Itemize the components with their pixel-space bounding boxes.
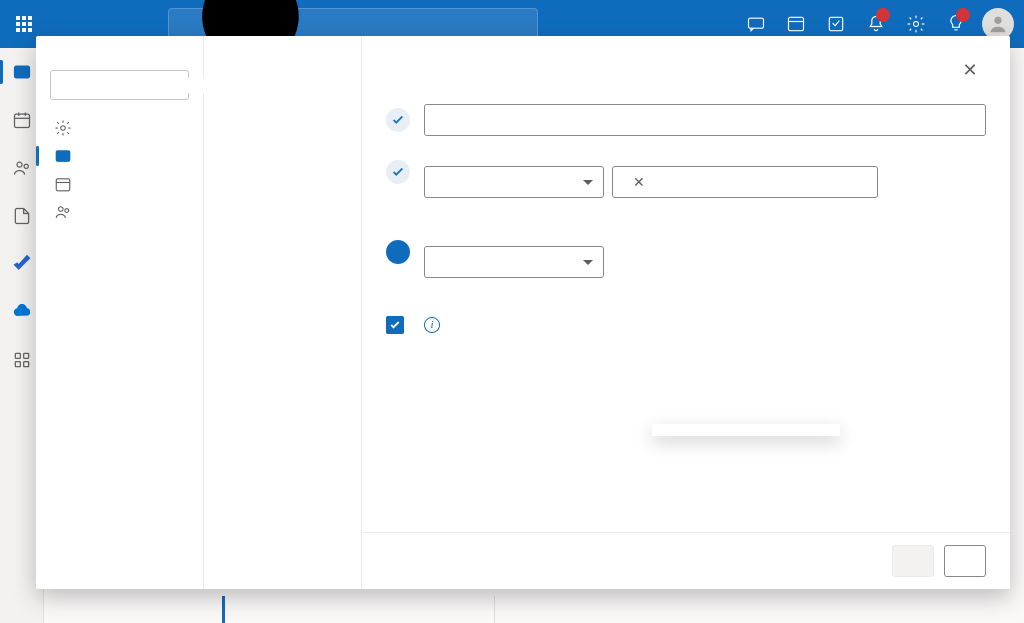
dialog-footer [362,532,1010,589]
step-2-badge [386,160,410,184]
settings-content-pane: ✕ [362,36,1010,589]
rule-name-input[interactable] [424,104,986,136]
action-dropdown[interactable] [424,246,604,278]
save-button[interactable] [892,545,934,577]
condition-value-pill[interactable]: ✕ [612,166,878,198]
category-mail[interactable] [50,142,189,170]
settings-categories-pane [36,36,204,589]
step-1-badge [386,108,410,132]
close-icon[interactable]: ✕ [954,54,986,86]
step-3-badge [386,240,410,264]
remove-keyword-icon[interactable]: ✕ [633,174,645,191]
gear-icon [54,119,72,137]
stop-processing-checkbox[interactable] [386,316,404,334]
check-icon [391,113,405,127]
people-icon [54,203,72,221]
mail-icon [54,147,72,165]
action-dropdown-menu [652,424,840,436]
discard-button[interactable] [944,545,986,577]
background-content [44,596,1024,623]
condition-type-dropdown[interactable] [424,166,604,198]
settings-search[interactable] [50,70,189,100]
category-people[interactable] [50,198,189,226]
check-icon [389,319,401,331]
notification-badge [876,8,890,22]
tips-badge [956,8,970,22]
info-icon[interactable]: i [424,317,440,333]
settings-dialog: ✕ [36,36,1010,589]
category-general[interactable] [50,114,189,142]
category-calendar[interactable] [50,170,189,198]
check-icon [391,165,405,179]
search-input[interactable] [347,16,528,32]
calendar-icon [54,175,72,193]
settings-subcategories-pane [204,36,362,589]
